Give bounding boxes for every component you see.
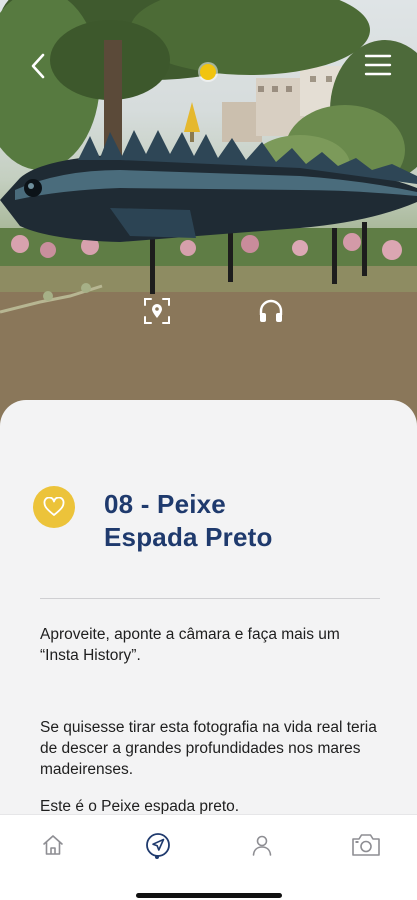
point-of-interest-card: 08 - Peixe Espada Preto Aproveite, apont… — [0, 400, 417, 820]
heart-icon — [43, 497, 65, 516]
tab-explore[interactable] — [138, 825, 178, 865]
back-button[interactable] — [22, 48, 54, 84]
active-tab-indicator — [155, 855, 159, 859]
coin-indicator — [200, 64, 216, 80]
user-icon — [252, 835, 272, 856]
description-paragraph-2: Se quisesse tirar esta fotografia na vid… — [40, 719, 377, 778]
hamburger-menu-icon — [364, 54, 392, 76]
favorite-button[interactable] — [33, 486, 75, 528]
chevron-left-icon — [31, 53, 45, 79]
navigation-arrow-icon — [146, 833, 170, 857]
camera-icon — [352, 834, 380, 856]
tab-profile[interactable] — [242, 825, 282, 865]
home-indicator-bar — [136, 893, 282, 898]
point-title-line1: 08 - Peixe — [104, 489, 226, 519]
menu-button[interactable] — [360, 50, 396, 80]
tab-home[interactable] — [33, 825, 73, 865]
point-title-line2: Espada Preto — [104, 522, 273, 552]
ar-location-scan-icon — [144, 298, 170, 324]
audio-guide-button[interactable] — [254, 294, 288, 328]
description-paragraph-1: Aproveite, aponte a câmara e faça mais u… — [40, 626, 340, 664]
title-divider — [40, 598, 380, 599]
ar-scan-button[interactable] — [140, 294, 174, 328]
tab-camera[interactable] — [346, 825, 386, 865]
home-icon — [43, 835, 63, 855]
bottom-tab-bar — [0, 814, 417, 900]
headphones-icon — [259, 299, 283, 322]
point-title: 08 - Peixe Espada Preto — [104, 488, 394, 554]
